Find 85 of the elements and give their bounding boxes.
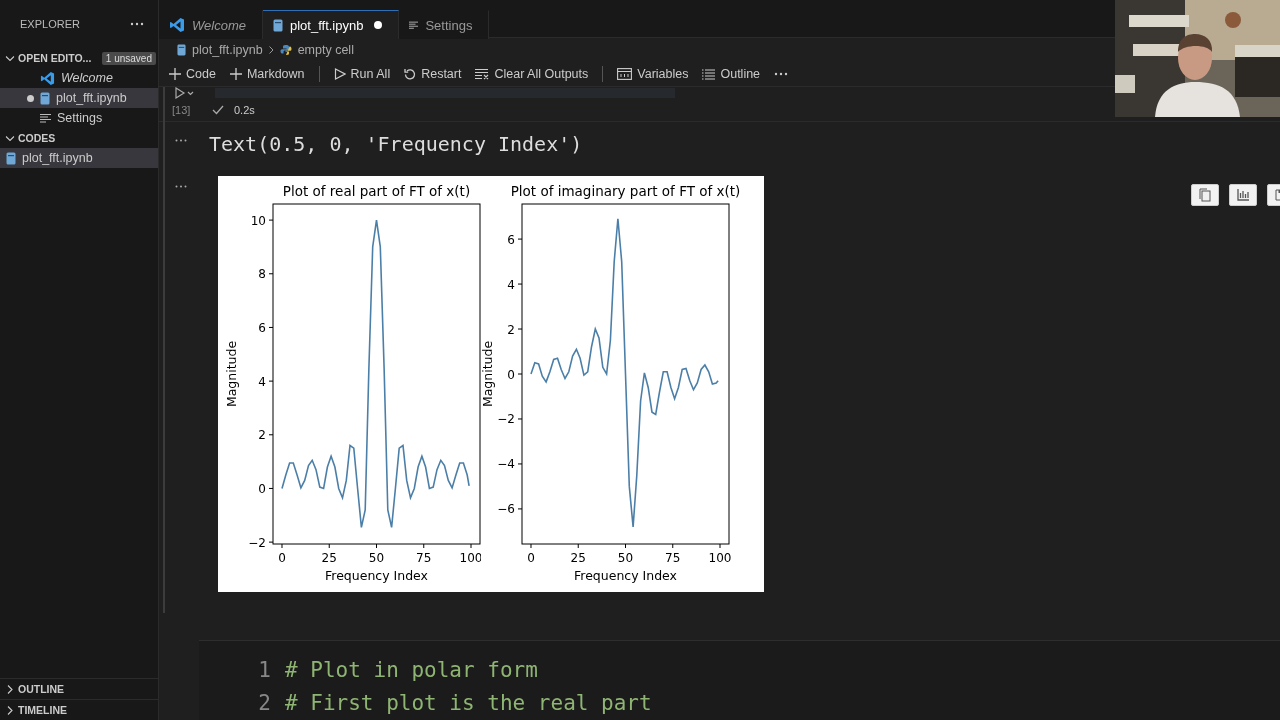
clear-icon	[475, 68, 490, 80]
tick-label: 0	[507, 367, 515, 382]
list-icon	[702, 68, 716, 80]
editor-tab[interactable]: plot_fft.ipynb	[262, 10, 400, 39]
plus-icon	[169, 68, 181, 80]
tick-label: 4	[507, 277, 515, 292]
document-icon	[272, 18, 283, 32]
logo-icon	[169, 17, 185, 33]
tick-label: 6	[507, 232, 515, 247]
tick-label: −2	[248, 535, 266, 550]
section-header[interactable]: CODES	[0, 128, 158, 148]
play-icon	[333, 68, 346, 80]
axis-label: Magnitude	[481, 340, 495, 408]
tick-label: 4	[258, 374, 266, 389]
line-number: 2	[257, 690, 271, 715]
more-icon[interactable]	[175, 139, 187, 142]
tick-label: 75	[665, 551, 681, 565]
toolbar-button[interactable]: Run All	[333, 67, 391, 81]
lines-icon	[409, 20, 419, 30]
tick-label: 0	[527, 551, 535, 565]
editor-tab[interactable]: Welcome	[159, 10, 263, 39]
sidebar-title: EXPLORER	[20, 18, 80, 30]
restart-icon	[404, 68, 417, 80]
tick-label: 50	[617, 551, 634, 565]
toolbar-button[interactable]: Outline	[702, 67, 761, 81]
tick-label: 10	[250, 213, 266, 228]
duration: 0.2s	[234, 104, 255, 116]
tick-label: 2	[258, 428, 266, 443]
toolbar-button[interactable]: Restart	[404, 67, 462, 81]
tick-label: 25	[570, 551, 586, 565]
tick-label: 50	[368, 551, 385, 565]
code-comment: # First plot is the real part	[285, 690, 652, 715]
chart-button[interactable]	[1229, 184, 1257, 206]
chart-title: Plot of real part of FT of x(t)	[282, 183, 471, 199]
editor-tab[interactable]: Settings	[399, 10, 490, 39]
tick-label: 75	[416, 551, 432, 565]
copy-icon	[1199, 188, 1211, 202]
tick-label: −2	[497, 412, 515, 427]
tick-label: 25	[321, 551, 337, 565]
logo-icon	[40, 70, 55, 86]
toolbar-button[interactable]: Markdown	[229, 67, 305, 81]
document-icon	[177, 44, 186, 56]
unsaved-badge: 1 unsaved	[101, 51, 156, 65]
code-cell[interactable]: 1 # Plot in polar form 2 # First plot is the real part	[199, 640, 1280, 720]
panel-header[interactable]: OUTLINE	[0, 678, 158, 699]
axis-label: Magnitude	[224, 340, 239, 408]
tick-label: 0	[278, 551, 286, 565]
tick-label: 100	[459, 551, 481, 565]
toolbar-button[interactable]: Clear All Outputs	[475, 67, 589, 81]
run-icon[interactable]	[175, 87, 195, 99]
bar-chart-icon	[1237, 189, 1249, 201]
tick-label: 6	[258, 320, 266, 335]
document-icon	[6, 151, 16, 165]
chevron-icon	[268, 46, 274, 54]
tick-label: 100	[708, 551, 732, 565]
tick-label: 2	[507, 322, 515, 337]
table-icon	[617, 68, 633, 80]
panel-header[interactable]: TIMELINE	[0, 699, 158, 720]
output-text: Text(0.5, 0, 'Frequency Index')	[209, 132, 583, 156]
document-icon	[40, 91, 50, 105]
tick-label: −4	[497, 457, 515, 472]
file-item[interactable]: Welcome	[0, 68, 158, 88]
axis-label: Frequency Index	[574, 568, 677, 583]
section-header[interactable]: OPEN EDITO... 1 unsaved	[0, 48, 158, 68]
chart-title: Plot of imaginary part of FT of x(t)	[510, 183, 741, 199]
toolbar-button[interactable]: Code	[169, 67, 216, 81]
line-number: 1	[257, 657, 271, 682]
breadcrumb-item[interactable]: empty cell	[279, 43, 354, 57]
more-icon[interactable]	[130, 22, 144, 26]
file-item[interactable]: plot_fft.ipynb	[0, 148, 158, 168]
tick-label: 8	[258, 267, 266, 282]
toolbar-button[interactable]: Variables	[617, 67, 689, 81]
breadcrumb-item[interactable]: plot_fft.ipynb	[177, 43, 263, 57]
lines-icon	[40, 113, 51, 123]
tick-label: 0	[258, 481, 266, 496]
code-comment: # Plot in polar form	[285, 657, 538, 682]
more-icon[interactable]	[774, 72, 789, 76]
axis-label: Frequency Index	[325, 568, 428, 583]
tick-label: −6	[497, 502, 515, 517]
execution-count: [13]	[172, 104, 192, 116]
file-item[interactable]: plot_fft.ipynb	[0, 88, 158, 108]
file-item[interactable]: Settings	[0, 108, 158, 128]
snake-logo-icon	[279, 44, 292, 56]
more-icon[interactable]	[175, 185, 187, 188]
plus-icon	[229, 68, 242, 80]
